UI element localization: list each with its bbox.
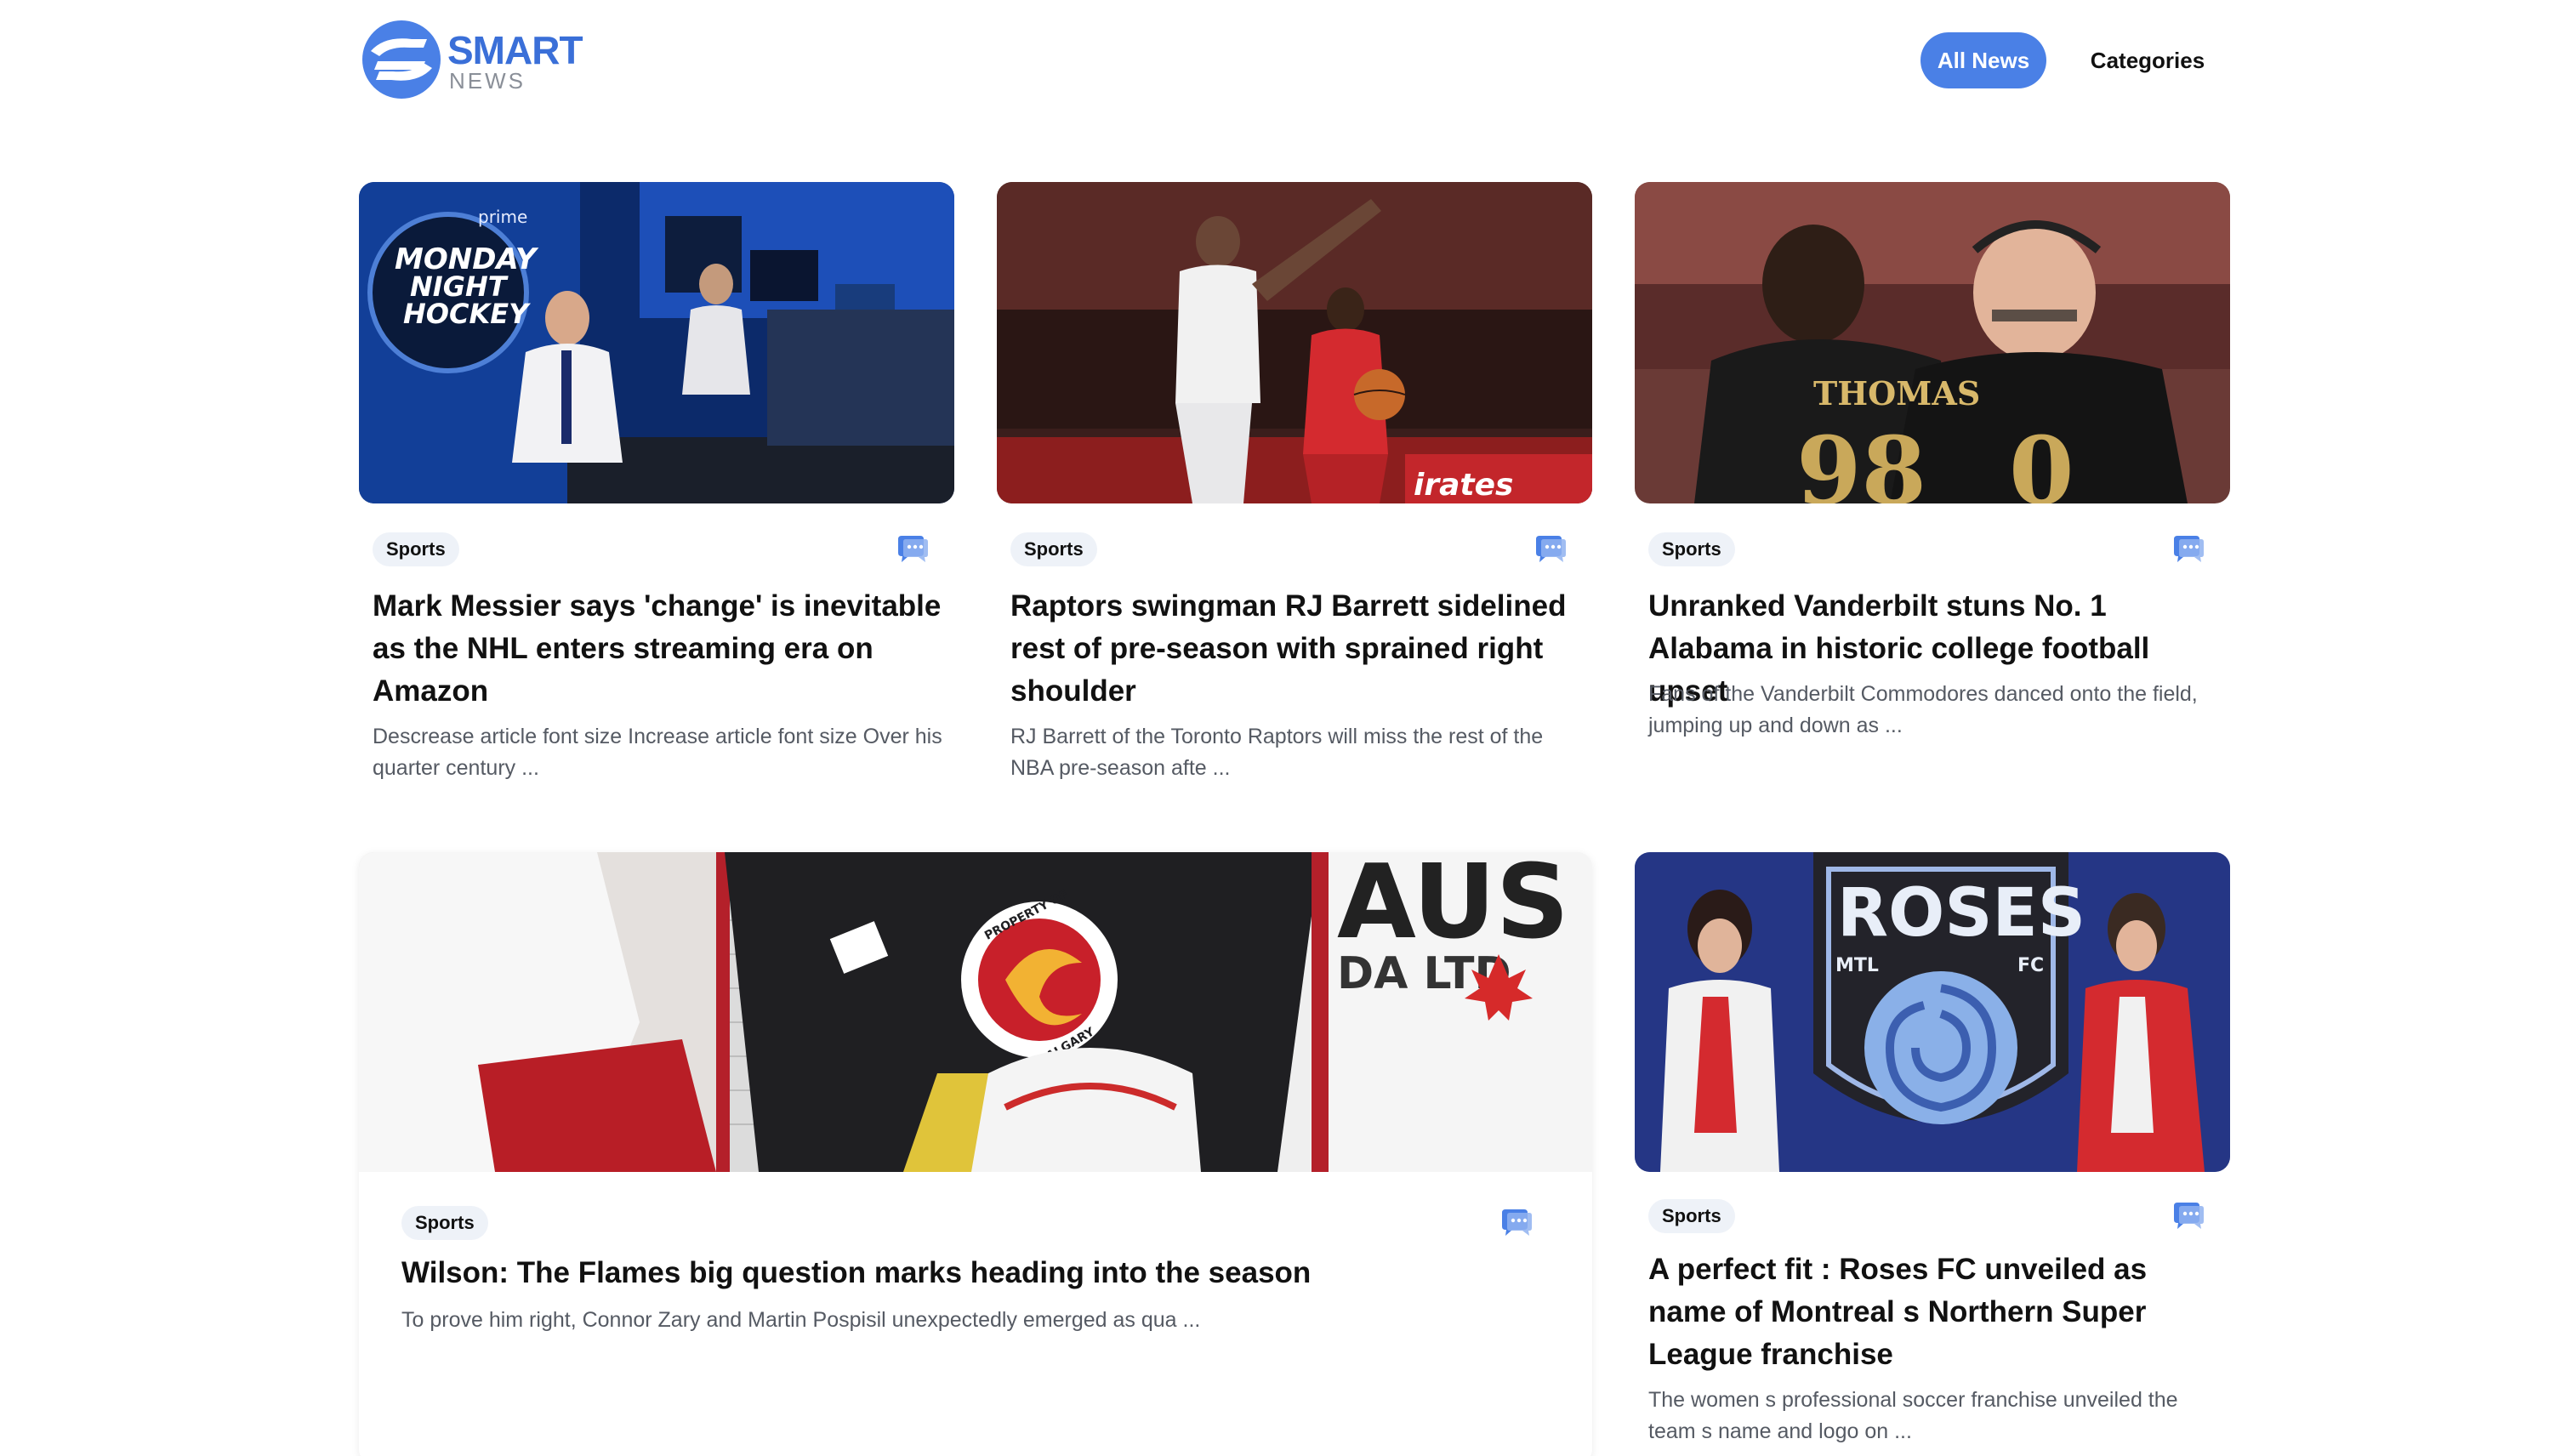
category-badge[interactable]: Sports bbox=[373, 532, 459, 566]
image-text-thomas: THOMAS bbox=[1813, 374, 1980, 412]
article-card-featured[interactable]: PROPERTY OF CALGARY AUS DA LTD Sports Wi… bbox=[359, 852, 1592, 1456]
article-excerpt: RJ Barrett of the Toronto Raptors will m… bbox=[1010, 725, 1544, 780]
article-excerpt: The women s professional soccer franchis… bbox=[1648, 1388, 2178, 1443]
logo-text-news: NEWS bbox=[449, 68, 526, 94]
article-image[interactable]: THOMAS 98 0 bbox=[1635, 182, 2230, 503]
article-title[interactable]: Raptors swingman RJ Barrett sidelined re… bbox=[1010, 585, 1580, 713]
article-excerpt: To prove him right, Connor Zary and Mart… bbox=[401, 1308, 1201, 1332]
article-excerpt: Descrease article font size Increase art… bbox=[373, 725, 942, 780]
photo-basketball-game-icon: irates bbox=[997, 182, 1592, 503]
svg-text:0: 0 bbox=[2009, 416, 2074, 503]
article-image[interactable]: irates bbox=[997, 182, 1592, 503]
comment-icon[interactable] bbox=[2171, 534, 2206, 565]
article-card[interactable]: irates Sports Raptors swingman RJ Barret… bbox=[997, 182, 1592, 794]
photo-football-players-icon: THOMAS 98 0 bbox=[1635, 182, 2230, 503]
nav-all-news-button[interactable]: All News bbox=[1920, 32, 2046, 88]
category-badge[interactable]: Sports bbox=[1648, 532, 1735, 566]
comment-icon[interactable] bbox=[1533, 534, 1568, 565]
article-image[interactable]: ROSES MTL FC bbox=[1635, 852, 2230, 1172]
logo-text-smart: SMART bbox=[447, 28, 583, 72]
article-title[interactable]: Wilson: The Flames big question marks he… bbox=[401, 1252, 1558, 1294]
image-text-prime: prime bbox=[478, 207, 527, 227]
smart-news-logo[interactable]: SMART NEWS bbox=[359, 17, 583, 102]
article-card[interactable]: THOMAS 98 0 Sports Unranked Vanderbilt s… bbox=[1635, 182, 2230, 794]
category-badge[interactable]: Sports bbox=[1648, 1199, 1735, 1233]
category-badge[interactable]: Sports bbox=[401, 1206, 488, 1240]
image-text-aus: AUS bbox=[1337, 852, 1569, 962]
photo-roses-fc-unveiling-icon: ROSES MTL FC bbox=[1635, 852, 2230, 1172]
comment-icon[interactable] bbox=[2171, 1201, 2206, 1231]
category-badge[interactable]: Sports bbox=[1010, 532, 1097, 566]
image-text-hockey: HOCKEY bbox=[403, 298, 531, 330]
comment-icon[interactable] bbox=[1499, 1208, 1534, 1238]
nav-categories-link[interactable]: Categories bbox=[2075, 32, 2220, 88]
image-text-mtl: MTL bbox=[1835, 955, 1879, 976]
svg-text:98: 98 bbox=[1796, 416, 1926, 503]
image-text-fc: FC bbox=[2017, 955, 2044, 976]
article-title[interactable]: Mark Messier says 'change' is inevitable… bbox=[373, 585, 942, 713]
article-image[interactable]: prime MONDAY NIGHT HOCKEY bbox=[359, 182, 954, 503]
smart-news-logo-icon bbox=[362, 20, 441, 99]
article-image[interactable]: PROPERTY OF CALGARY AUS DA LTD bbox=[359, 852, 1592, 1172]
article-card[interactable]: prime MONDAY NIGHT HOCKEY Sports Mark Me… bbox=[359, 182, 954, 794]
site-header: SMART NEWS All News Categories bbox=[0, 0, 2572, 128]
article-title[interactable]: A perfect fit : Roses FC unveiled as nam… bbox=[1648, 1248, 2218, 1376]
image-text-roses: ROSES bbox=[1837, 875, 2085, 952]
photo-hockey-goalie-icon: PROPERTY OF CALGARY AUS DA LTD bbox=[359, 852, 1592, 1172]
article-card[interactable]: ROSES MTL FC Sports A perfect fit : Rose… bbox=[1635, 852, 2230, 1456]
article-excerpt: Fans of the Vanderbilt Commodores danced… bbox=[1648, 682, 2198, 737]
photo-hockey-broadcast-booth-icon: prime MONDAY NIGHT HOCKEY bbox=[359, 182, 954, 503]
image-text-irates: irates bbox=[1414, 468, 1513, 503]
comment-icon[interactable] bbox=[895, 534, 930, 565]
